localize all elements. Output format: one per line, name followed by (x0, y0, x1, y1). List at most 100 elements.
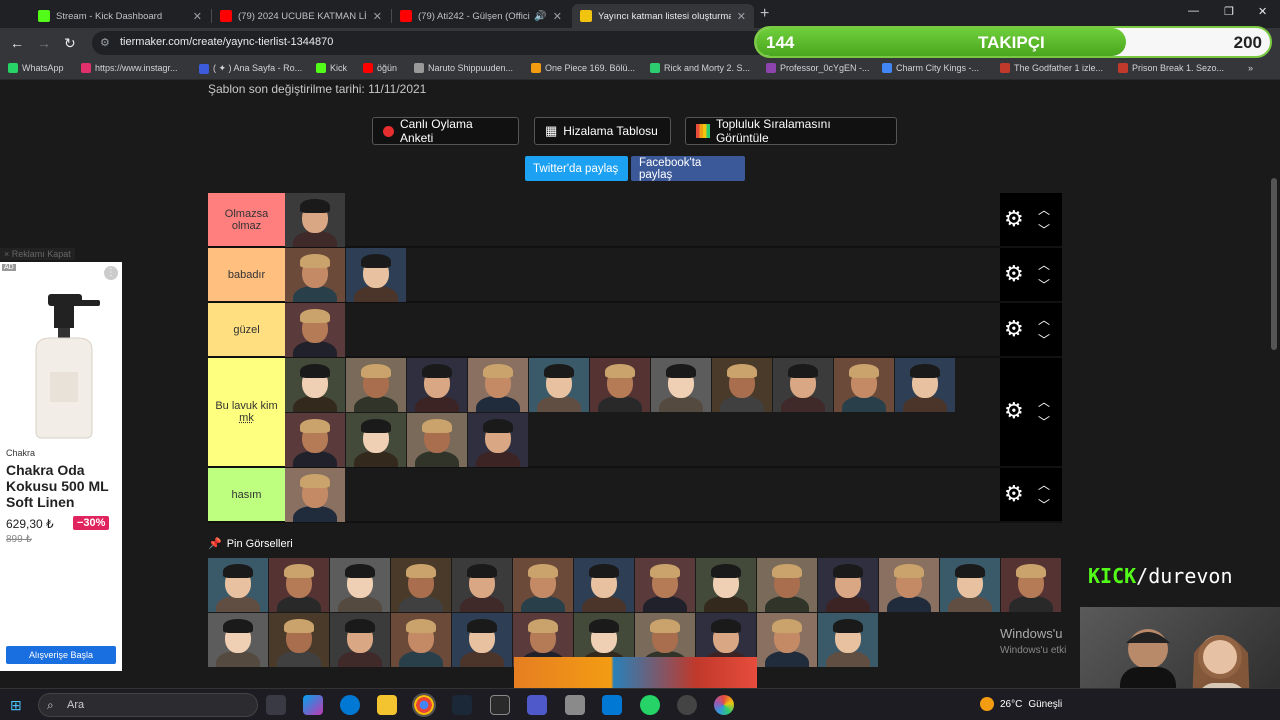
tier-label[interactable]: Bu lavuk kim mk (208, 358, 285, 466)
tier-image[interactable] (391, 558, 451, 612)
bookmark-ana-sayfa[interactable]: ( ✦ ) Ana Sayfa - Ro... (199, 63, 302, 74)
chevron-down-icon[interactable]: ﹀ (1038, 221, 1050, 238)
tab-kick-dashboard[interactable]: Stream - Kick Dashboard ✕ (30, 4, 210, 28)
tier-image[interactable] (1001, 558, 1061, 612)
bookmark-godfather[interactable]: The Godfather 1 izle... (1000, 63, 1103, 73)
tier-image[interactable] (269, 558, 329, 612)
tier-image[interactable] (285, 358, 345, 412)
pin-images-title[interactable]: 📌 Pin Görselleri (208, 537, 293, 551)
tier-image[interactable] (452, 558, 512, 612)
more-icon[interactable]: ⋮ (104, 266, 118, 280)
tab-tiermaker[interactable]: Yayıncı katman listesi oluşturma ✕ (572, 4, 754, 28)
twitter-share-button[interactable]: Twitter'da paylaş (525, 156, 628, 181)
more-bookmarks-icon[interactable]: » (1248, 63, 1253, 73)
close-icon[interactable]: ✕ (553, 10, 562, 23)
tier-items[interactable] (285, 358, 1000, 467)
tier-image[interactable] (529, 358, 589, 412)
tier-items[interactable] (285, 468, 1000, 522)
close-icon[interactable]: ✕ (193, 10, 202, 23)
page-scrollbar[interactable] (1271, 178, 1277, 350)
tier-image[interactable] (208, 613, 268, 667)
tier-image[interactable] (452, 613, 512, 667)
tier-image[interactable] (285, 413, 345, 467)
task-view-icon[interactable] (266, 695, 286, 715)
new-tab-icon[interactable]: + (760, 5, 769, 23)
bookmark-charm-city[interactable]: Charm City Kings -... (882, 63, 979, 73)
tier-items[interactable] (285, 248, 1000, 302)
tab-youtube-1[interactable]: (79) 2024 UCUBE KATMAN LİST ✕ (212, 4, 390, 28)
tier-image[interactable] (407, 358, 467, 412)
tier-image[interactable] (757, 613, 817, 667)
weather-widget[interactable]: 26°C Güneşli (980, 697, 1062, 711)
ad-banner[interactable] (514, 657, 757, 688)
tier-image[interactable] (651, 358, 711, 412)
tier-image[interactable] (407, 413, 467, 467)
close-ad-button[interactable]: × Reklamı Kapat (0, 248, 75, 260)
color-app-icon[interactable] (714, 695, 734, 715)
restore-icon[interactable]: ❐ (1224, 5, 1234, 18)
chevron-down-icon[interactable]: ﹀ (1038, 496, 1050, 513)
bookmark-instagram[interactable]: https://www.instagr... (81, 63, 178, 73)
close-window-icon[interactable]: ✕ (1258, 5, 1267, 18)
tier-image[interactable] (285, 468, 345, 522)
tier-label[interactable]: Olmazsa olmaz (208, 193, 285, 246)
teams-icon[interactable] (527, 695, 547, 715)
community-ranking-button[interactable]: Topluluk Sıralamasını Görüntüle (685, 117, 897, 145)
tier-image[interactable] (757, 558, 817, 612)
chevron-down-icon[interactable]: ﹀ (1038, 331, 1050, 348)
tier-image[interactable] (773, 358, 833, 412)
close-icon[interactable]: ✕ (373, 10, 382, 23)
tier-image[interactable] (285, 248, 345, 302)
facebook-share-button[interactable]: Facebook'ta paylaş (631, 156, 745, 181)
chevron-up-icon[interactable]: ︿ (1038, 201, 1050, 218)
tier-items[interactable] (285, 303, 1000, 357)
tier-image[interactable] (834, 358, 894, 412)
tier-image[interactable] (879, 558, 939, 612)
forward-icon[interactable]: → (37, 35, 51, 51)
windows-start-icon[interactable]: ⊞ (10, 697, 22, 714)
alignment-chart-button[interactable]: ▦ Hizalama Tablosu (534, 117, 671, 145)
chevron-up-icon[interactable]: ︿ (1038, 476, 1050, 493)
tier-image[interactable] (818, 558, 878, 612)
speaker-icon[interactable]: 🔊 (534, 11, 546, 22)
minimize-icon[interactable]: — (1188, 5, 1199, 17)
tier-image[interactable] (712, 358, 772, 412)
tier-image[interactable] (590, 358, 650, 412)
epic-games-icon[interactable] (490, 695, 510, 715)
tier-image[interactable] (346, 413, 406, 467)
tier-image[interactable] (346, 248, 406, 302)
file-explorer-icon[interactable] (377, 695, 397, 715)
chevron-up-icon[interactable]: ︿ (1038, 311, 1050, 328)
tab-youtube-2[interactable]: (79) Ati242 - Gülşen (Officia 🔊 ✕ (392, 4, 570, 28)
tier-image[interactable] (208, 558, 268, 612)
gear-icon[interactable]: ⚙ (1004, 398, 1024, 424)
tier-image[interactable] (940, 558, 1000, 612)
bookmark-rick-morty[interactable]: Rick and Morty 2. S... (650, 63, 750, 73)
tier-image[interactable] (818, 613, 878, 667)
bookmark-whatsapp[interactable]: WhatsApp (8, 63, 64, 73)
tier-image[interactable] (513, 558, 573, 612)
bookmark-one-piece[interactable]: One Piece 169. Bölü... (531, 63, 635, 73)
tier-image[interactable] (696, 558, 756, 612)
tier-image[interactable] (330, 558, 390, 612)
chevron-down-icon[interactable]: ﹀ (1038, 413, 1050, 430)
tier-image[interactable] (285, 193, 345, 247)
whatsapp-icon[interactable] (640, 695, 660, 715)
live-poll-button[interactable]: Canlı Oylama Anketi (372, 117, 519, 145)
steam-icon[interactable] (452, 695, 472, 715)
reload-icon[interactable]: ↻ (64, 35, 76, 52)
bookmark-ogun[interactable]: öğün (363, 63, 397, 73)
close-icon[interactable]: ✕ (737, 10, 746, 23)
tier-image[interactable] (330, 613, 390, 667)
app-icon[interactable] (565, 695, 585, 715)
chrome-icon[interactable] (412, 693, 436, 717)
tier-image[interactable] (468, 358, 528, 412)
tier-image[interactable] (574, 558, 634, 612)
tier-image[interactable] (391, 613, 451, 667)
chevron-up-icon[interactable]: ︿ (1038, 256, 1050, 273)
gear-icon[interactable]: ⚙ (1004, 481, 1024, 507)
edge-icon[interactable] (340, 695, 360, 715)
speedometer-icon[interactable] (677, 695, 697, 715)
tier-image[interactable] (285, 303, 345, 357)
tier-image[interactable] (346, 358, 406, 412)
